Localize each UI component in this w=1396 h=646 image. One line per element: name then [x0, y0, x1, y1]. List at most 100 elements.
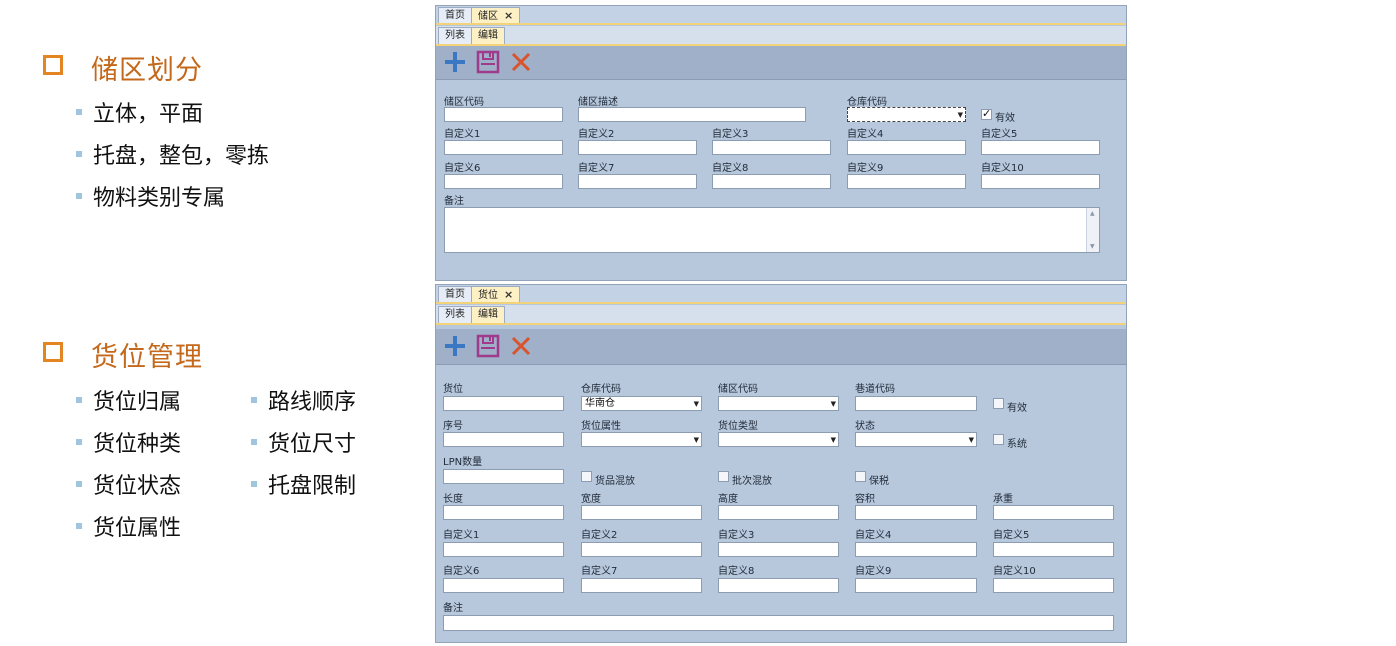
custom10-input[interactable]: [993, 578, 1114, 593]
add-button[interactable]: [442, 49, 468, 75]
mix-batch-checkbox[interactable]: [718, 471, 729, 482]
remark-textarea[interactable]: ▲ ▼: [444, 207, 1100, 253]
scrollbar[interactable]: ▲ ▼: [1086, 208, 1099, 252]
tab-edit-label: 编辑: [478, 30, 498, 41]
custom3-input[interactable]: [718, 542, 839, 557]
zone-edit-window: 首页 储区 × 列表 编辑 储区代码 储区描述 仓库代码 ▼ 有效 自定义1 自定…: [435, 5, 1127, 281]
tab-home[interactable]: 首页: [438, 7, 472, 24]
location-input[interactable]: [443, 396, 564, 411]
add-icon: [445, 336, 465, 356]
custom1-input[interactable]: [443, 542, 564, 557]
custom2-input[interactable]: [578, 140, 697, 155]
location-attr-select[interactable]: ▼: [581, 432, 702, 447]
seq-input[interactable]: [443, 432, 564, 447]
valid-checkbox[interactable]: [981, 107, 992, 120]
custom9-input[interactable]: [855, 578, 977, 593]
list-item: 货位状态: [76, 468, 181, 500]
custom5-input[interactable]: [993, 542, 1114, 557]
bullet-icon: [251, 397, 257, 403]
list-item-label: 立体，平面: [93, 102, 204, 127]
bonded-checkbox[interactable]: [855, 471, 866, 482]
system-label: 系统: [1007, 439, 1027, 450]
load-label: 承重: [993, 494, 1013, 505]
close-icon[interactable]: ×: [504, 9, 513, 22]
list-item-label: 货位属性: [93, 516, 182, 541]
remark-input[interactable]: [443, 615, 1114, 631]
custom4-input[interactable]: [847, 140, 966, 155]
custom1-label: 自定义1: [444, 129, 481, 140]
zone-desc-input[interactable]: [578, 107, 806, 122]
chevron-down-icon: ▼: [968, 436, 974, 444]
volume-input[interactable]: [855, 505, 977, 520]
lpn-qty-label: LPN数量: [443, 457, 483, 468]
tab-home-label: 首页: [445, 10, 465, 21]
status-label: 状态: [855, 421, 875, 432]
delete-button[interactable]: [508, 333, 534, 359]
section-title-location: 货位管理: [91, 342, 203, 373]
zone-code-select[interactable]: ▼: [718, 396, 839, 411]
custom4-input[interactable]: [855, 542, 977, 557]
custom8-input[interactable]: [712, 174, 831, 189]
custom7-label: 自定义7: [578, 163, 615, 174]
zone-code-input[interactable]: [444, 107, 563, 122]
save-icon: [476, 334, 500, 358]
aisle-code-input[interactable]: [855, 396, 977, 411]
height-input[interactable]: [718, 505, 839, 520]
scroll-up-icon: ▲: [1090, 210, 1095, 217]
custom10-label: 自定义10: [981, 163, 1024, 174]
save-button[interactable]: [475, 49, 501, 75]
custom2-input[interactable]: [581, 542, 702, 557]
status-select[interactable]: ▼: [855, 432, 977, 447]
zone-code-label: 储区代码: [718, 384, 758, 395]
section-bullet-icon: [43, 55, 63, 75]
sub-tabstrip: 列表 编辑: [436, 26, 1126, 44]
tab-edit[interactable]: 编辑: [471, 306, 505, 323]
load-input[interactable]: [993, 505, 1114, 520]
tab-edit[interactable]: 编辑: [471, 27, 505, 44]
close-icon[interactable]: ×: [504, 288, 513, 301]
bullet-icon: [76, 481, 82, 487]
custom8-input[interactable]: [718, 578, 839, 593]
tab-home-label: 首页: [445, 289, 465, 300]
width-input[interactable]: [581, 505, 702, 520]
system-checkbox[interactable]: [993, 434, 1004, 445]
custom5-label: 自定义5: [981, 129, 1018, 140]
mix-goods-checkbox[interactable]: [581, 471, 592, 482]
list-item: 货位归属: [76, 384, 181, 416]
custom1-input[interactable]: [444, 140, 563, 155]
lpn-qty-input[interactable]: [443, 469, 564, 484]
valid-checkbox[interactable]: [993, 398, 1004, 409]
custom9-input[interactable]: [847, 174, 966, 189]
custom10-input[interactable]: [981, 174, 1100, 189]
valid-label: 有效: [1007, 403, 1027, 414]
list-item: 货位属性: [76, 510, 181, 542]
warehouse-code-label: 仓库代码: [581, 384, 621, 395]
aisle-code-label: 巷道代码: [855, 384, 895, 395]
add-button[interactable]: [442, 333, 468, 359]
toolbar: [436, 329, 1126, 365]
tab-location[interactable]: 货位 ×: [471, 286, 521, 303]
save-button[interactable]: [475, 333, 501, 359]
custom6-input[interactable]: [443, 578, 564, 593]
custom7-input[interactable]: [581, 578, 702, 593]
tab-zone[interactable]: 储区 ×: [471, 7, 521, 24]
tab-list[interactable]: 列表: [438, 27, 472, 44]
list-item: 立体，平面: [76, 96, 203, 128]
custom5-input[interactable]: [981, 140, 1100, 155]
tab-list[interactable]: 列表: [438, 306, 472, 323]
bullet-icon: [76, 523, 82, 529]
custom7-input[interactable]: [578, 174, 697, 189]
list-item-label: 托盘限制: [268, 474, 357, 499]
custom6-input[interactable]: [444, 174, 563, 189]
warehouse-code-select[interactable]: 华南仓 ▼: [581, 396, 702, 411]
chevron-down-icon: ▼: [957, 111, 963, 119]
warehouse-code-select[interactable]: ▼: [847, 107, 966, 122]
bullet-icon: [76, 397, 82, 403]
custom3-input[interactable]: [712, 140, 831, 155]
tab-home[interactable]: 首页: [438, 286, 472, 303]
custom1-label: 自定义1: [443, 530, 480, 541]
location-type-select[interactable]: ▼: [718, 432, 839, 447]
list-item-label: 物料类别专属: [93, 186, 226, 211]
length-input[interactable]: [443, 505, 564, 520]
delete-button[interactable]: [508, 49, 534, 75]
